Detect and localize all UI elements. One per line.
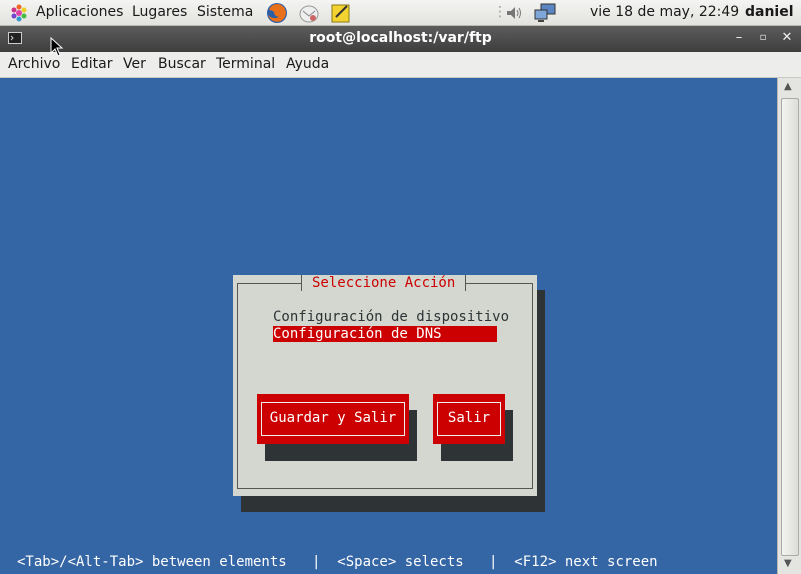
dialog-title: Seleccione Acción bbox=[301, 275, 467, 291]
applications-menu[interactable]: Aplicaciones bbox=[36, 4, 123, 20]
option-device-config[interactable]: Configuración de dispositivo bbox=[273, 309, 509, 325]
terminal-area[interactable]: Seleccione Acción Configuración de dispo… bbox=[0, 78, 777, 574]
mouse-pointer-icon bbox=[50, 37, 64, 57]
vertical-scrollbar[interactable]: ▲ ▼ bbox=[777, 78, 801, 574]
option-dns-config[interactable]: Configuración de DNS bbox=[273, 326, 497, 342]
places-menu[interactable]: Lugares bbox=[132, 4, 187, 20]
scrollbar-thumb[interactable] bbox=[781, 98, 799, 556]
window-title: root@localhost:/var/ftp bbox=[309, 30, 492, 46]
window-titlebar[interactable]: root@localhost:/var/ftp – ▫ ✕ bbox=[0, 26, 801, 53]
gnome-foot-icon[interactable] bbox=[8, 2, 30, 24]
system-menu[interactable]: Sistema bbox=[197, 4, 253, 20]
menu-bar: Archivo Editar Ver Buscar Terminal Ayuda bbox=[0, 52, 801, 78]
maximize-icon[interactable]: ▫ bbox=[754, 29, 772, 47]
notes-icon[interactable] bbox=[330, 2, 352, 24]
menu-buscar[interactable]: Buscar bbox=[158, 56, 206, 72]
scroll-down-icon[interactable]: ▼ bbox=[784, 558, 792, 569]
menu-ayuda[interactable]: Ayuda bbox=[286, 56, 329, 72]
scroll-up-icon[interactable]: ▲ bbox=[784, 81, 792, 92]
user-name[interactable]: daniel bbox=[745, 4, 794, 20]
minimize-icon[interactable]: – bbox=[730, 29, 748, 47]
firefox-icon[interactable] bbox=[265, 1, 289, 25]
action-dialog: Seleccione Acción Configuración de dispo… bbox=[233, 275, 537, 496]
menu-archivo[interactable]: Archivo bbox=[8, 56, 60, 72]
exit-button[interactable]: Salir bbox=[433, 394, 505, 444]
exit-label: Salir bbox=[437, 402, 501, 436]
clock[interactable]: vie 18 de may, 22:49 bbox=[590, 4, 739, 20]
network-icon[interactable] bbox=[533, 2, 557, 24]
close-icon[interactable]: ✕ bbox=[778, 29, 796, 47]
save-and-exit-button[interactable]: Guardar y Salir bbox=[257, 394, 409, 444]
status-line: <Tab>/<Alt-Tab> between elements | <Spac… bbox=[17, 554, 658, 570]
top-panel: Aplicaciones Lugares Sistema ⋮ vie 18 de… bbox=[0, 0, 801, 26]
menu-terminal[interactable]: Terminal bbox=[216, 56, 275, 72]
volume-icon[interactable] bbox=[503, 2, 525, 24]
save-and-exit-label: Guardar y Salir bbox=[261, 402, 405, 436]
menu-editar[interactable]: Editar bbox=[71, 56, 112, 72]
menu-ver[interactable]: Ver bbox=[123, 56, 146, 72]
mail-icon[interactable] bbox=[298, 2, 320, 24]
